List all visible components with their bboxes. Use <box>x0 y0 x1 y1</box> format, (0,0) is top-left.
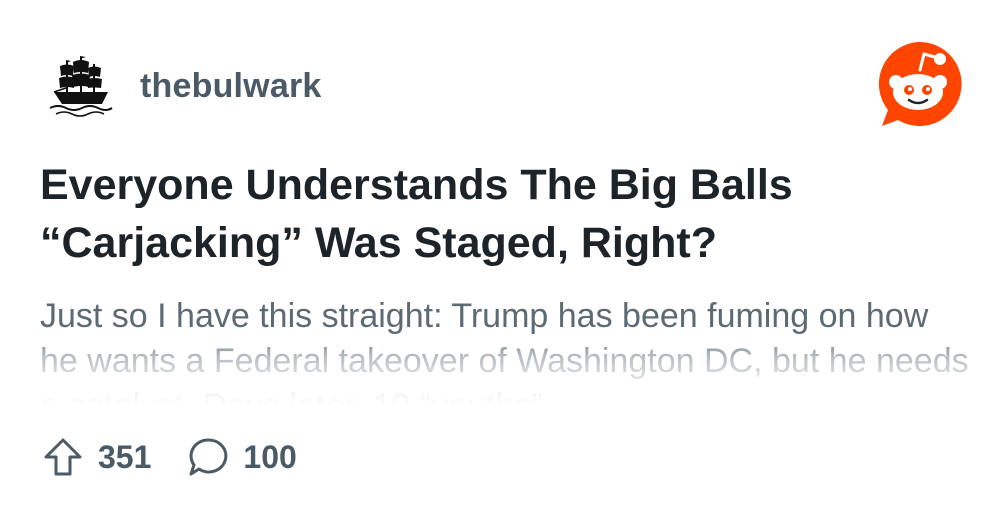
post-actions: 351 100 <box>42 432 297 482</box>
post-card[interactable]: thebulwark Everyone Understands The Big … <box>0 0 1000 521</box>
comment-bubble-icon[interactable] <box>187 436 229 478</box>
upvote-button[interactable]: 351 <box>42 436 151 478</box>
upvote-arrow-icon[interactable] <box>42 436 84 478</box>
comment-count: 100 <box>243 438 297 475</box>
post-body-preview: Just so I have this straight: Trump has … <box>40 294 970 406</box>
post-body-text: Just so I have this straight: Trump has … <box>40 297 969 406</box>
reddit-logo-icon <box>878 41 962 126</box>
upvote-count: 351 <box>98 438 152 475</box>
comments-button[interactable]: 100 <box>187 436 297 478</box>
post-header: thebulwark <box>46 50 321 122</box>
pirate-ship-icon[interactable] <box>46 52 114 120</box>
subreddit-name[interactable]: thebulwark <box>140 67 321 106</box>
post-title[interactable]: Everyone Understands The Big Balls “Carj… <box>40 156 960 272</box>
